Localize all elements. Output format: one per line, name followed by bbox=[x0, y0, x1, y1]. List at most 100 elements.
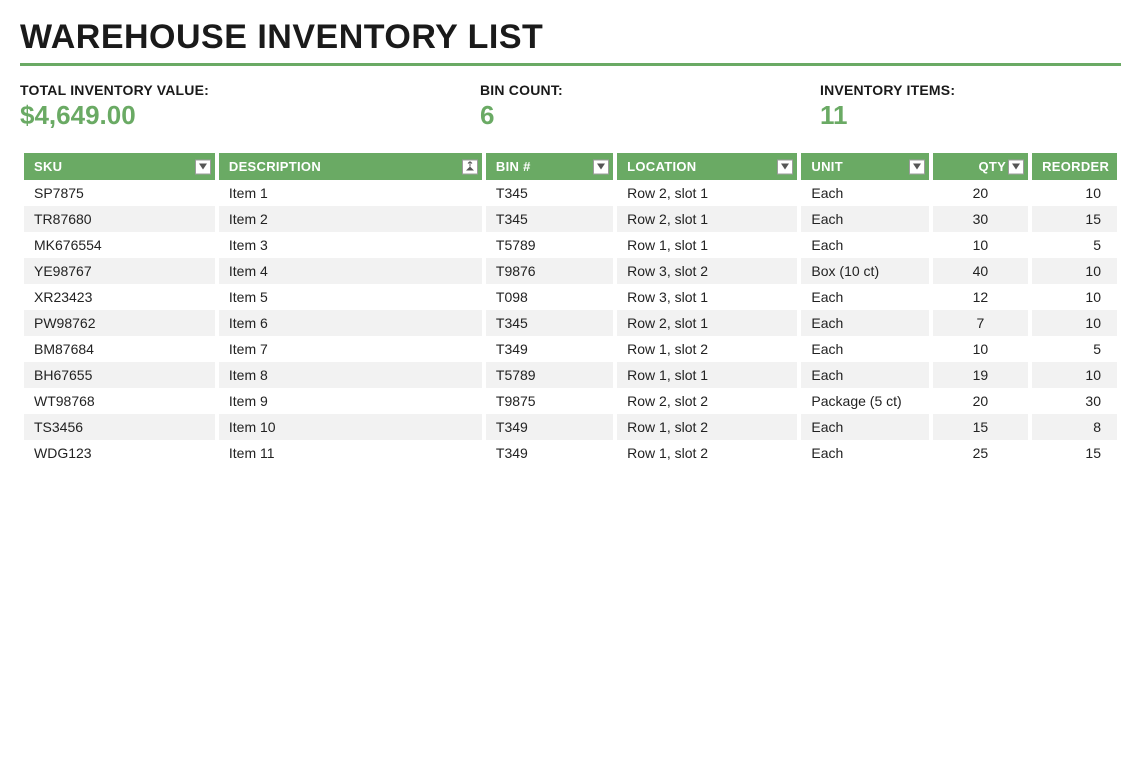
chevron-down-icon bbox=[913, 164, 921, 170]
col-header-unit-label: UNIT bbox=[811, 159, 843, 174]
cell-qty: 10 bbox=[933, 232, 1028, 258]
cell-qty: 30 bbox=[933, 206, 1028, 232]
cell-reorder: 10 bbox=[1032, 258, 1117, 284]
cell-location: Row 1, slot 2 bbox=[617, 336, 797, 362]
inventory-table: SKU DESCRIPTION BIN # LOCATION bbox=[20, 153, 1121, 466]
cell-location: Row 1, slot 1 bbox=[617, 232, 797, 258]
cell-location: Row 1, slot 1 bbox=[617, 362, 797, 388]
col-header-description[interactable]: DESCRIPTION bbox=[219, 153, 482, 180]
table-row[interactable]: SP7875Item 1T345Row 2, slot 1Each2010 bbox=[24, 180, 1117, 206]
summary-total-label: TOTAL INVENTORY VALUE: bbox=[20, 82, 480, 98]
col-header-location-label: LOCATION bbox=[627, 159, 696, 174]
cell-qty: 20 bbox=[933, 180, 1028, 206]
cell-sku: XR23423 bbox=[24, 284, 215, 310]
cell-reorder: 8 bbox=[1032, 414, 1117, 440]
cell-sku: BM87684 bbox=[24, 336, 215, 362]
filter-button-location[interactable] bbox=[777, 159, 793, 174]
cell-reorder: 15 bbox=[1032, 206, 1117, 232]
cell-description: Item 8 bbox=[219, 362, 482, 388]
table-row[interactable]: PW98762Item 6T345Row 2, slot 1Each710 bbox=[24, 310, 1117, 336]
filter-button-bin[interactable] bbox=[593, 159, 609, 174]
cell-reorder: 10 bbox=[1032, 362, 1117, 388]
cell-bin: T345 bbox=[486, 180, 613, 206]
summary-bins: BIN COUNT: 6 bbox=[480, 82, 820, 131]
cell-sku: SP7875 bbox=[24, 180, 215, 206]
cell-description: Item 7 bbox=[219, 336, 482, 362]
cell-reorder: 10 bbox=[1032, 180, 1117, 206]
col-header-qty[interactable]: QTY bbox=[933, 153, 1028, 180]
table-row[interactable]: TR87680Item 2T345Row 2, slot 1Each3015 bbox=[24, 206, 1117, 232]
chevron-down-icon bbox=[597, 164, 605, 170]
cell-unit: Each bbox=[801, 414, 928, 440]
table-body: SP7875Item 1T345Row 2, slot 1Each2010TR8… bbox=[24, 180, 1117, 466]
cell-location: Row 1, slot 2 bbox=[617, 414, 797, 440]
col-header-reorder-label: REORDER bbox=[1042, 159, 1109, 174]
summary-items-value: 11 bbox=[820, 100, 1121, 131]
cell-location: Row 2, slot 1 bbox=[617, 206, 797, 232]
table-row[interactable]: WDG123Item 11T349Row 1, slot 2Each2515 bbox=[24, 440, 1117, 466]
cell-description: Item 1 bbox=[219, 180, 482, 206]
cell-unit: Each bbox=[801, 232, 928, 258]
table-row[interactable]: BM87684Item 7T349Row 1, slot 2Each105 bbox=[24, 336, 1117, 362]
cell-bin: T5789 bbox=[486, 362, 613, 388]
col-header-qty-label: QTY bbox=[978, 159, 1006, 174]
cell-reorder: 15 bbox=[1032, 440, 1117, 466]
cell-location: Row 3, slot 2 bbox=[617, 258, 797, 284]
cell-description: Item 3 bbox=[219, 232, 482, 258]
col-header-reorder[interactable]: REORDER bbox=[1032, 153, 1117, 180]
cell-location: Row 2, slot 1 bbox=[617, 180, 797, 206]
cell-location: Row 1, slot 2 bbox=[617, 440, 797, 466]
chevron-down-icon bbox=[199, 164, 207, 170]
cell-bin: T9875 bbox=[486, 388, 613, 414]
filter-button-sku[interactable] bbox=[195, 159, 211, 174]
cell-bin: T9876 bbox=[486, 258, 613, 284]
col-header-location[interactable]: LOCATION bbox=[617, 153, 797, 180]
cell-unit: Package (5 ct) bbox=[801, 388, 928, 414]
col-header-description-label: DESCRIPTION bbox=[229, 159, 321, 174]
table-row[interactable]: TS3456Item 10T349Row 1, slot 2Each158 bbox=[24, 414, 1117, 440]
table-row[interactable]: WT98768Item 9T9875Row 2, slot 2Package (… bbox=[24, 388, 1117, 414]
summary-items: INVENTORY ITEMS: 11 bbox=[820, 82, 1121, 131]
cell-bin: T349 bbox=[486, 414, 613, 440]
cell-bin: T349 bbox=[486, 440, 613, 466]
cell-bin: T349 bbox=[486, 336, 613, 362]
chevron-down-icon bbox=[781, 164, 789, 170]
cell-description: Item 10 bbox=[219, 414, 482, 440]
table-row[interactable]: BH67655Item 8T5789Row 1, slot 1Each1910 bbox=[24, 362, 1117, 388]
chevron-down-icon bbox=[1012, 164, 1020, 170]
filter-button-description[interactable] bbox=[462, 159, 478, 174]
cell-qty: 10 bbox=[933, 336, 1028, 362]
cell-sku: MK676554 bbox=[24, 232, 215, 258]
cell-qty: 12 bbox=[933, 284, 1028, 310]
cell-qty: 20 bbox=[933, 388, 1028, 414]
table-row[interactable]: MK676554Item 3T5789Row 1, slot 1Each105 bbox=[24, 232, 1117, 258]
summary-bins-label: BIN COUNT: bbox=[480, 82, 820, 98]
cell-sku: WDG123 bbox=[24, 440, 215, 466]
cell-description: Item 5 bbox=[219, 284, 482, 310]
cell-description: Item 2 bbox=[219, 206, 482, 232]
col-header-bin-label: BIN # bbox=[496, 159, 531, 174]
table-row[interactable]: XR23423Item 5T098Row 3, slot 1Each1210 bbox=[24, 284, 1117, 310]
cell-unit: Each bbox=[801, 362, 928, 388]
cell-qty: 15 bbox=[933, 414, 1028, 440]
cell-unit: Box (10 ct) bbox=[801, 258, 928, 284]
summary-bins-value: 6 bbox=[480, 100, 820, 131]
cell-reorder: 30 bbox=[1032, 388, 1117, 414]
cell-reorder: 10 bbox=[1032, 310, 1117, 336]
cell-description: Item 9 bbox=[219, 388, 482, 414]
filter-button-unit[interactable] bbox=[909, 159, 925, 174]
col-header-unit[interactable]: UNIT bbox=[801, 153, 928, 180]
summary-row: TOTAL INVENTORY VALUE: $4,649.00 BIN COU… bbox=[20, 82, 1121, 131]
filter-button-qty[interactable] bbox=[1008, 159, 1024, 174]
cell-sku: PW98762 bbox=[24, 310, 215, 336]
col-header-bin[interactable]: BIN # bbox=[486, 153, 613, 180]
cell-sku: TR87680 bbox=[24, 206, 215, 232]
page-title: WAREHOUSE INVENTORY LIST bbox=[20, 18, 1121, 57]
cell-location: Row 2, slot 2 bbox=[617, 388, 797, 414]
col-header-sku[interactable]: SKU bbox=[24, 153, 215, 180]
cell-bin: T098 bbox=[486, 284, 613, 310]
cell-unit: Each bbox=[801, 336, 928, 362]
table-row[interactable]: YE98767Item 4T9876Row 3, slot 2Box (10 c… bbox=[24, 258, 1117, 284]
cell-qty: 25 bbox=[933, 440, 1028, 466]
cell-unit: Each bbox=[801, 284, 928, 310]
